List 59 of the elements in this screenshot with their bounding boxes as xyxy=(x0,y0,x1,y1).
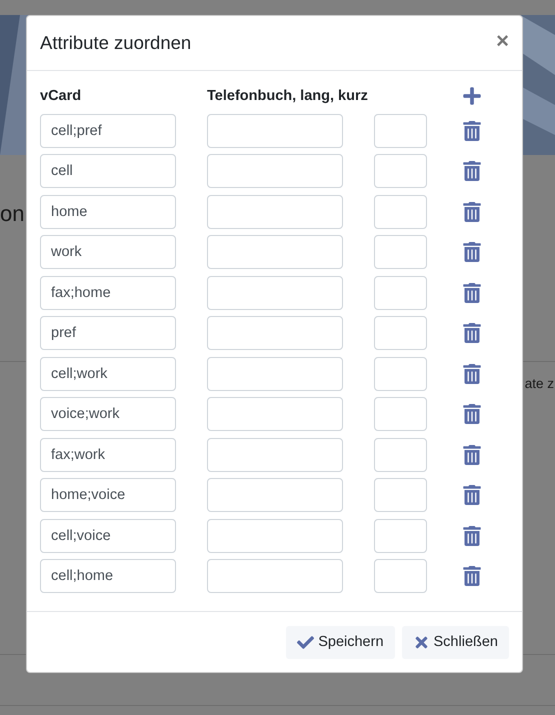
page-heading: on xyxy=(0,201,24,227)
input-field[interactable]: cell;home xyxy=(40,559,176,593)
trash-icon[interactable] xyxy=(462,485,482,505)
input-field[interactable] xyxy=(374,518,427,552)
input-field[interactable] xyxy=(207,235,343,269)
trash-icon[interactable] xyxy=(462,526,482,546)
close-button[interactable]: × xyxy=(496,30,509,56)
input-field[interactable] xyxy=(374,316,427,350)
input-field[interactable] xyxy=(374,235,427,269)
input-field[interactable]: pref xyxy=(40,316,176,350)
x-icon xyxy=(412,634,430,650)
trash-icon[interactable] xyxy=(462,242,482,262)
trash-icon[interactable] xyxy=(462,161,482,181)
input-field[interactable] xyxy=(374,194,427,228)
trash-icon[interactable] xyxy=(462,444,482,464)
input-field[interactable]: home;voice xyxy=(40,478,176,512)
column-header: vCard xyxy=(40,87,82,106)
input-field[interactable] xyxy=(374,276,427,310)
input-field[interactable] xyxy=(374,478,427,512)
input-field[interactable]: work xyxy=(40,235,176,269)
input-field[interactable]: fax;home xyxy=(40,276,176,310)
input-field[interactable] xyxy=(207,114,343,148)
dialog-title: Attribute zuordnen xyxy=(40,32,192,54)
input-field[interactable] xyxy=(374,154,427,188)
page-text: ate z xyxy=(524,376,554,393)
check-icon xyxy=(297,634,314,650)
input-field[interactable] xyxy=(207,276,343,310)
trash-icon[interactable] xyxy=(462,120,482,140)
input-field[interactable]: cell xyxy=(40,154,176,188)
input-field[interactable] xyxy=(374,397,427,431)
trash-icon[interactable] xyxy=(462,566,482,586)
input-field[interactable] xyxy=(207,316,343,350)
trash-icon[interactable] xyxy=(462,404,482,424)
input-field[interactable]: home xyxy=(40,194,176,228)
column-header: Telefonbuch, lang, kurz xyxy=(207,87,368,106)
input-field[interactable] xyxy=(207,478,343,512)
input-field[interactable] xyxy=(374,114,427,148)
trash-icon[interactable] xyxy=(462,202,482,222)
input-field[interactable] xyxy=(207,154,343,188)
input-field[interactable]: cell;work xyxy=(40,356,176,390)
close-button[interactable]: Schließen xyxy=(402,626,509,658)
input-field[interactable] xyxy=(374,559,427,593)
input-field[interactable] xyxy=(374,356,427,390)
save-button[interactable]: Speichern xyxy=(286,626,395,658)
plus-icon[interactable] xyxy=(462,86,482,106)
input-field[interactable]: fax;work xyxy=(40,438,176,472)
input-field[interactable]: cell;pref xyxy=(40,114,176,148)
input-field[interactable] xyxy=(207,356,343,390)
trash-icon[interactable] xyxy=(462,282,482,302)
input-field[interactable] xyxy=(207,438,343,472)
input-field[interactable]: voice;work xyxy=(40,397,176,431)
input-field[interactable] xyxy=(207,518,343,552)
input-field[interactable] xyxy=(207,559,343,593)
input-field[interactable] xyxy=(207,397,343,431)
trash-icon[interactable] xyxy=(462,364,482,384)
input-field[interactable] xyxy=(374,438,427,472)
trash-icon[interactable] xyxy=(462,323,482,343)
input-field[interactable]: cell;voice xyxy=(40,518,176,552)
input-field[interactable] xyxy=(207,194,343,228)
